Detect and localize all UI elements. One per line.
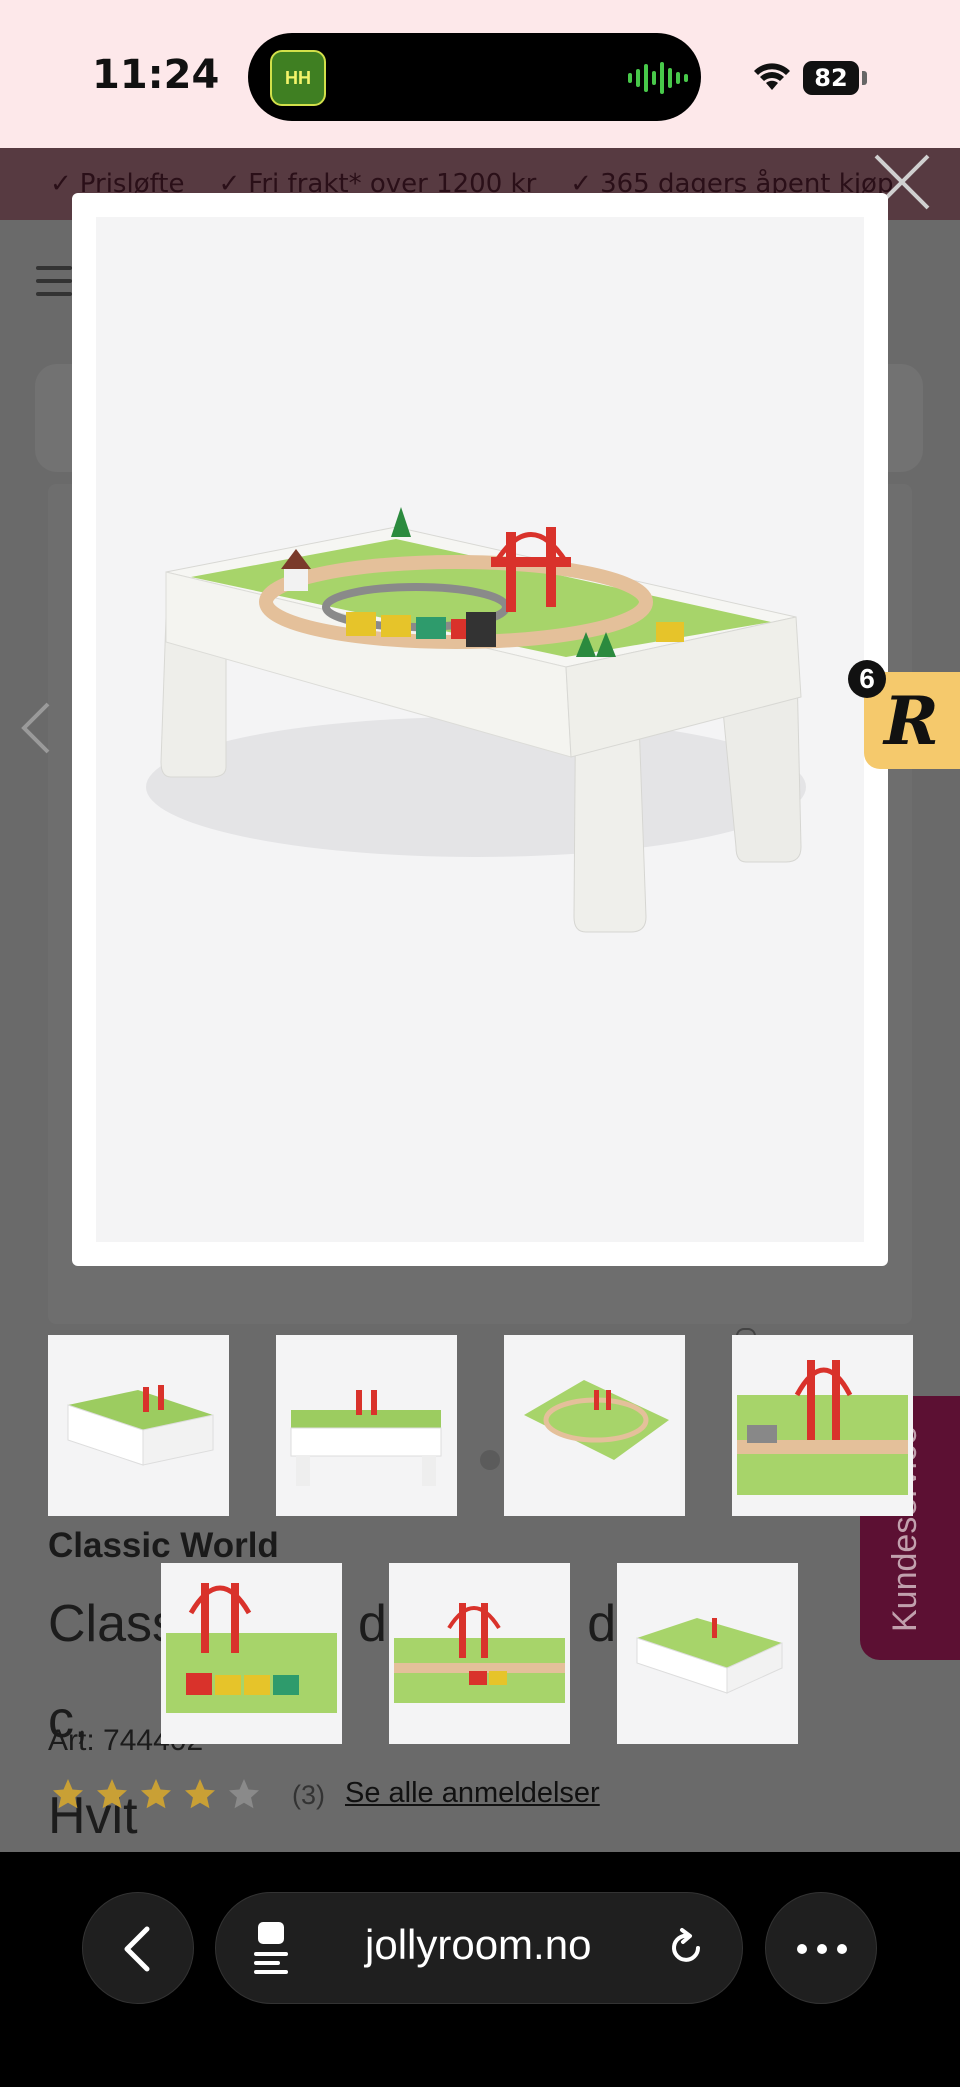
carousel-dot[interactable] xyxy=(480,1450,500,1470)
chevron-left-icon[interactable] xyxy=(18,700,54,756)
thumbnail-6[interactable] xyxy=(389,1563,570,1744)
review-count: (3) xyxy=(292,1780,325,1810)
battery-indicator: 82 xyxy=(803,61,859,95)
thumbnail-4[interactable] xyxy=(732,1335,913,1516)
now-playing-app-icon: HH xyxy=(270,50,326,106)
hamburger-icon[interactable] xyxy=(36,266,72,305)
url-text[interactable]: jollyroom.no xyxy=(365,1921,591,1969)
reviews-widget-count: 6 xyxy=(848,660,886,698)
star-icon xyxy=(53,1779,83,1809)
thumbnail-5[interactable] xyxy=(161,1563,342,1744)
star-empty-icon xyxy=(229,1779,259,1809)
thumbnail-7[interactable] xyxy=(617,1563,798,1744)
more-icon xyxy=(797,1944,847,1954)
audio-wave-icon xyxy=(628,60,688,96)
thumbnail-3[interactable] xyxy=(504,1335,685,1516)
reload-icon[interactable] xyxy=(664,1926,708,1970)
status-time: 11:24 xyxy=(92,52,220,98)
reader-mode-icon[interactable] xyxy=(250,1920,294,1976)
more-button[interactable] xyxy=(765,1892,877,2004)
see-all-reviews-link[interactable]: Se alle anmeldelser xyxy=(345,1777,600,1810)
product-image-large xyxy=(96,217,864,1242)
battery-tip xyxy=(862,71,867,85)
back-button[interactable] xyxy=(82,1892,194,2004)
product-brand[interactable]: Classic World xyxy=(48,1526,279,1566)
star-icon xyxy=(97,1779,127,1809)
star-rating xyxy=(50,1776,262,1812)
star-icon xyxy=(185,1779,215,1809)
wifi-icon xyxy=(754,63,790,90)
star-icon xyxy=(141,1779,171,1809)
thumbnail-2[interactable] xyxy=(276,1335,457,1516)
thumbnail-1[interactable] xyxy=(48,1335,229,1516)
chevron-left-icon xyxy=(124,1926,150,1972)
